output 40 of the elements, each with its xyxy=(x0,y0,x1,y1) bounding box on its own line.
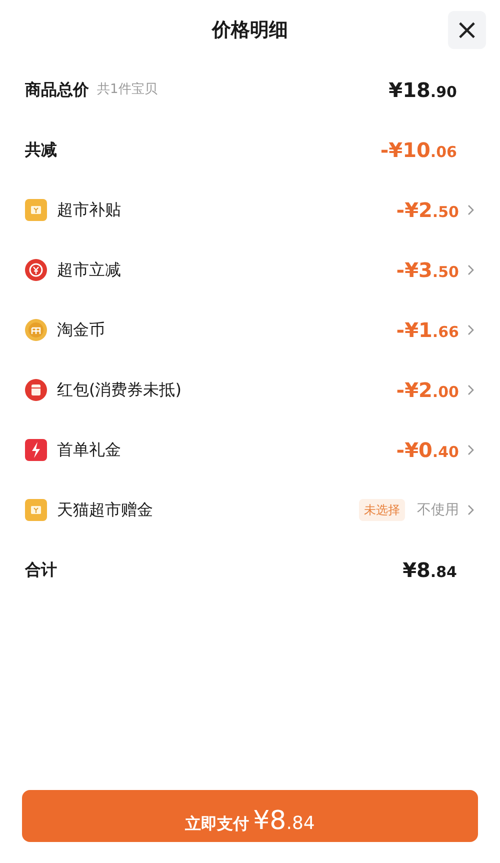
row-label: 红包(消费券未抵) xyxy=(57,379,182,401)
option-status: 不使用 xyxy=(417,500,459,520)
row-label: 超市立减 xyxy=(57,259,121,281)
chevron-right-icon xyxy=(467,204,475,216)
discount-amount: -¥2.00 xyxy=(396,377,459,404)
row-label: 商品总价 xyxy=(25,79,89,101)
chevron-right-icon xyxy=(467,444,475,456)
dialog-title: 价格明细 xyxy=(212,18,288,43)
discount-row[interactable]: 红包(消费券未抵) -¥2.00 xyxy=(25,360,475,420)
discount-amount: -¥0.40 xyxy=(396,437,459,464)
status-tag: 未选择 xyxy=(359,499,405,521)
discount-row[interactable]: 淘金币 -¥1.66 xyxy=(25,300,475,360)
discount-row[interactable]: 超市立减 -¥3.50 xyxy=(25,240,475,300)
row-label: 超市补贴 xyxy=(57,199,121,221)
row-label: 首单礼金 xyxy=(57,439,121,461)
row-label: 共减 xyxy=(25,139,57,161)
chevron-right-icon xyxy=(467,384,475,396)
discount-row[interactable]: 天猫超市赠金 未选择 不使用 xyxy=(25,480,475,540)
price-amount: -¥10.06 xyxy=(380,137,457,164)
chevron-right-icon xyxy=(467,504,475,516)
gift-box-icon xyxy=(25,199,47,221)
row-label: 淘金币 xyxy=(57,319,105,341)
discount-amount: -¥3.50 xyxy=(396,257,459,284)
discount-amount: -¥2.50 xyxy=(396,197,459,224)
lightning-icon xyxy=(25,439,47,461)
coin-icon xyxy=(25,319,47,341)
row-label: 天猫超市赠金 xyxy=(57,499,153,521)
envelope-icon xyxy=(25,379,47,401)
item-count: 共1件宝贝 xyxy=(97,81,158,100)
discount-row[interactable]: 超市补贴 -¥2.50 xyxy=(25,180,475,240)
discount-amount: -¥1.66 xyxy=(396,317,459,344)
total-amount: ¥8.84 xyxy=(402,557,457,584)
price-amount: ¥18.90 xyxy=(388,77,457,104)
yen-coin-icon xyxy=(25,259,47,281)
chevron-right-icon xyxy=(467,324,475,336)
close-button[interactable]: × xyxy=(448,11,486,49)
gift-box-icon xyxy=(25,499,47,521)
chevron-right-icon xyxy=(467,264,475,276)
discount-row[interactable]: 首单礼金 -¥0.40 xyxy=(25,420,475,480)
total-label: 合计 xyxy=(25,559,57,581)
